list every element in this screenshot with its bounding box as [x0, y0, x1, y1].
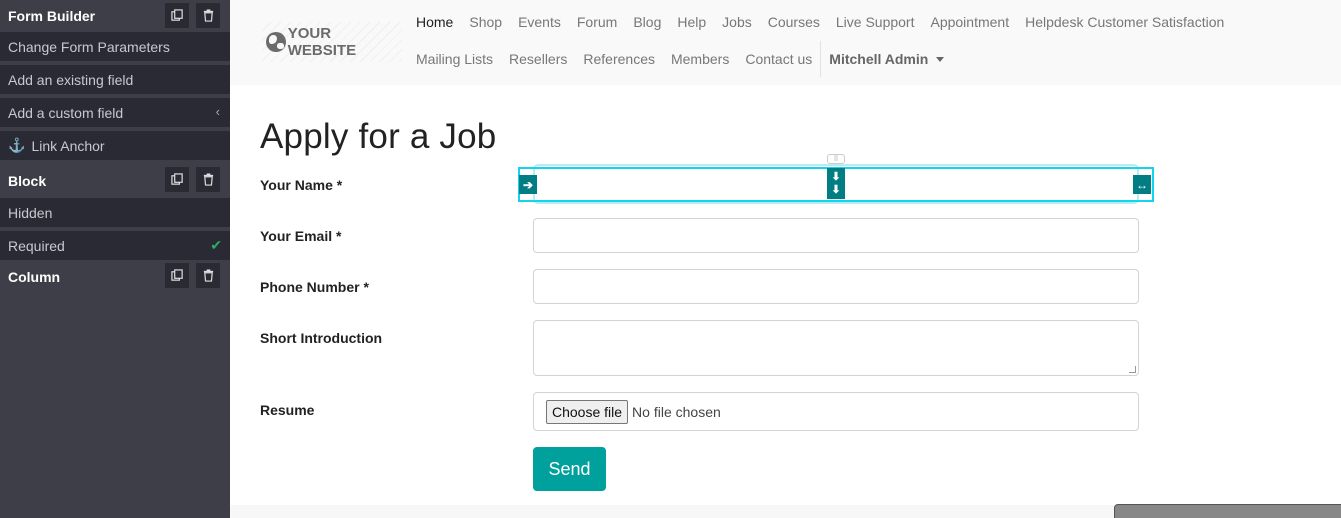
- user-menu[interactable]: Mitchell Admin: [829, 51, 945, 67]
- resume-label: Resume: [260, 402, 315, 418]
- send-button[interactable]: Send: [533, 447, 606, 491]
- resume-file-input[interactable]: Choose file No file chosen: [533, 392, 1139, 431]
- page-title: Apply for a Job: [260, 117, 497, 156]
- nav-help[interactable]: Help: [677, 14, 706, 30]
- nav-members[interactable]: Members: [671, 51, 729, 67]
- clone-icon: [170, 269, 183, 281]
- clone-icon: [170, 173, 183, 185]
- nav-blog[interactable]: Blog: [633, 14, 661, 30]
- choose-file-button[interactable]: Choose file: [546, 399, 629, 424]
- nav-live-support[interactable]: Live Support: [836, 14, 915, 30]
- form-builder-header: Form Builder: [0, 0, 230, 32]
- trash-icon: [203, 173, 213, 186]
- nav-appointment[interactable]: Appointment: [930, 14, 1009, 30]
- column-clone-button[interactable]: [165, 263, 189, 288]
- name-label: Your Name *: [260, 177, 343, 193]
- nav-home[interactable]: Home: [416, 14, 453, 30]
- nav-courses[interactable]: Courses: [768, 14, 820, 30]
- nav-jobs[interactable]: Jobs: [722, 14, 752, 30]
- trash-icon: [203, 269, 213, 282]
- nav-shop[interactable]: Shop: [469, 14, 502, 30]
- trash-icon: [203, 9, 213, 22]
- arrows-horizontal-icon: ↔: [1136, 177, 1148, 192]
- phone-label: Phone Number *: [260, 279, 369, 295]
- add-custom-field[interactable]: Add a custom field ‹: [0, 98, 230, 127]
- intro-label: Short Introduction: [260, 330, 383, 346]
- file-status: No file chosen: [632, 403, 721, 420]
- email-input[interactable]: [533, 218, 1139, 253]
- nav-references[interactable]: References: [583, 51, 655, 67]
- column-delete-button[interactable]: [196, 263, 220, 288]
- main-nav-row-2: Mailing Lists Resellers References Membe…: [416, 41, 945, 77]
- intro-textarea[interactable]: [533, 320, 1139, 376]
- globe-icon: [266, 32, 286, 52]
- main-nav-row-1: Home Shop Events Forum Blog Help Jobs Co…: [416, 12, 1240, 32]
- email-label: Your Email *: [260, 228, 342, 244]
- resize-right-handle[interactable]: ↔: [1133, 175, 1151, 194]
- arrow-right-icon: ➔: [522, 177, 534, 192]
- nav-contact-us[interactable]: Contact us: [745, 51, 812, 67]
- form-delete-button[interactable]: [196, 3, 220, 28]
- phone-input[interactable]: [533, 269, 1139, 304]
- checkmark-icon: ✔: [210, 237, 222, 253]
- nav-helpdesk-satisfaction[interactable]: Helpdesk Customer Satisfaction: [1025, 14, 1224, 30]
- required-toggle[interactable]: Required ✔: [0, 231, 230, 260]
- nav-events[interactable]: Events: [518, 14, 561, 30]
- block-clone-button[interactable]: [165, 167, 189, 192]
- nav-mailing-lists[interactable]: Mailing Lists: [416, 51, 493, 67]
- resize-bottom-handle[interactable]: ⬇ ⬇: [827, 168, 845, 199]
- change-form-parameters[interactable]: Change Form Parameters: [0, 32, 230, 61]
- column-header: Column: [0, 260, 230, 294]
- block-delete-button[interactable]: [196, 167, 220, 192]
- site-header: YOUR WEBSITE Home Shop Events Forum Blog…: [230, 0, 1341, 85]
- resize-left-handle[interactable]: ➔: [519, 175, 537, 194]
- anchor-icon: ⚓: [8, 137, 26, 153]
- editor-sidebar: Form Builder Change Form Parameters Add …: [0, 0, 230, 518]
- link-anchor[interactable]: ⚓ Link Anchor: [0, 131, 230, 160]
- nav-forum[interactable]: Forum: [577, 14, 617, 30]
- page-content: Apply for a Job Your Name * Your Email *…: [230, 85, 1341, 518]
- chevron-left-icon: ‹: [215, 104, 220, 119]
- caret-down-icon: [936, 56, 945, 62]
- nav-divider: [820, 41, 822, 77]
- arrow-down-icon: ⬇: [831, 170, 841, 183]
- hidden-toggle[interactable]: Hidden: [0, 198, 230, 227]
- form-builder-title: Form Builder: [8, 8, 96, 24]
- block-header: Block: [0, 164, 230, 198]
- add-existing-field[interactable]: Add an existing field: [0, 65, 230, 94]
- form-clone-button[interactable]: [165, 3, 189, 28]
- drag-grip-icon[interactable]: ⠿: [827, 154, 845, 164]
- site-logo[interactable]: YOUR WEBSITE: [262, 22, 402, 62]
- nav-resellers[interactable]: Resellers: [509, 51, 567, 67]
- bottom-panel-tab[interactable]: [1114, 504, 1341, 518]
- resize-grip-icon[interactable]: [1129, 366, 1136, 373]
- clone-icon: [170, 9, 183, 21]
- arrow-down-icon: ⬇: [831, 183, 841, 196]
